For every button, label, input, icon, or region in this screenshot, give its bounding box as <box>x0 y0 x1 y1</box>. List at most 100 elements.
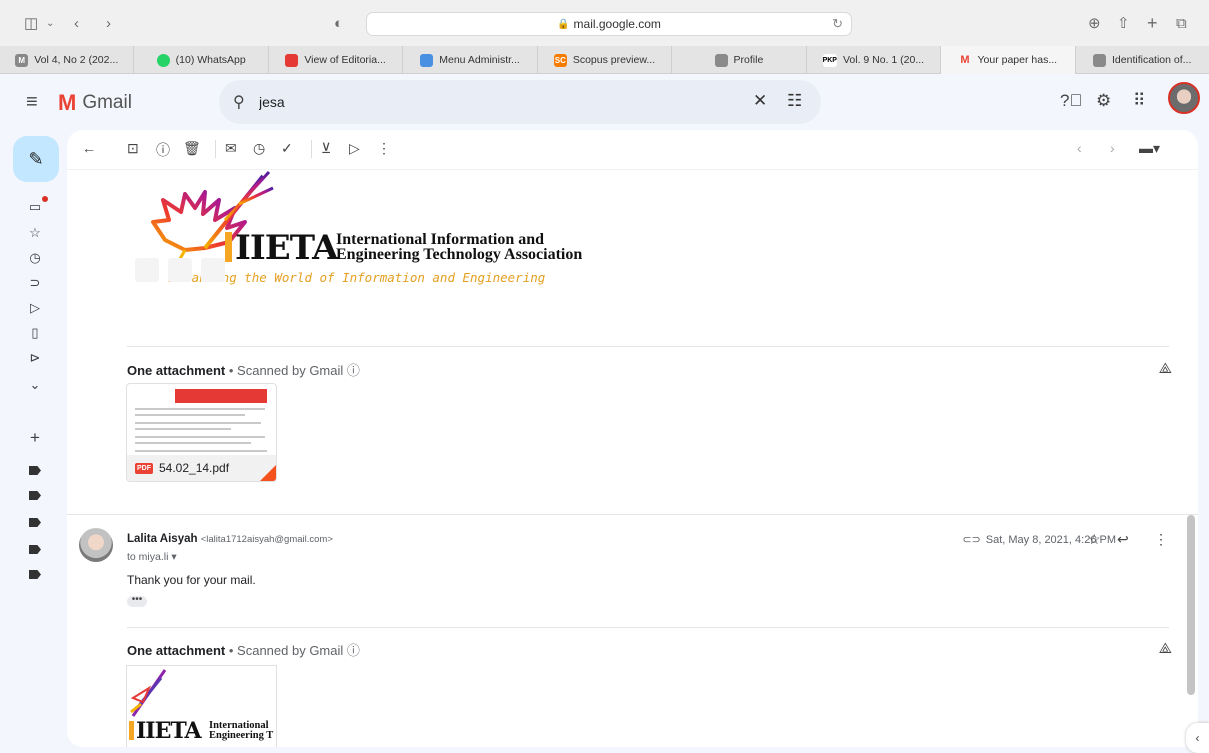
move-to-icon[interactable]: ⊻ <box>321 140 331 157</box>
sent-icon[interactable]: ▷ <box>28 300 42 316</box>
attachment-thumbnail[interactable]: PDF 54.02_14.pdf <box>126 383 277 482</box>
important-icon[interactable]: ⊃ <box>28 275 42 291</box>
gmail-wordmark: Gmail <box>82 92 132 113</box>
address-bar[interactable]: 🔒 mail.google.com ↻ <box>366 12 852 36</box>
settings-gear-icon[interactable]: ⚙ <box>1096 91 1111 111</box>
side-panel-toggle[interactable]: ‹ <box>1186 723 1209 753</box>
more-vert-icon[interactable]: ⋮ <box>377 140 391 157</box>
scrollbar[interactable] <box>1187 515 1195 695</box>
add-to-drive-icon[interactable]: ⟁ <box>1159 360 1172 377</box>
label-tag-icon[interactable] <box>29 545 41 554</box>
tab-whatsapp[interactable]: (10) WhatsApp <box>134 46 269 74</box>
social-placeholder-icon[interactable] <box>201 258 225 282</box>
tab-menu-admin[interactable]: Menu Administr... <box>403 46 538 74</box>
newer-icon[interactable]: ‹ <box>1077 140 1082 156</box>
attachment-thumbnail[interactable]: IIETA International Engineering T <box>126 665 277 747</box>
star-icon[interactable]: ☆ <box>1088 531 1101 548</box>
tab-label: Your paper has... <box>977 54 1058 66</box>
iieta-logo: IIETA International Information and Engi… <box>135 170 655 325</box>
clear-search-icon[interactable]: ✕ <box>753 91 767 111</box>
message-action-bar: ← ⊡ ⓘ 🗑 ✉ ◷ ✓ ⊻ ▷ ⋮ ‹ › ▬▾ <box>67 130 1198 170</box>
share-icon[interactable]: ⇧ <box>1117 13 1130 33</box>
new-tab-icon[interactable]: + <box>1147 13 1158 33</box>
leaf-icon <box>285 53 299 67</box>
back-arrow-icon[interactable]: ← <box>82 140 96 156</box>
tab-favicon-icon: M <box>15 53 29 67</box>
show-trimmed-content-button[interactable]: ••• <box>127 595 147 607</box>
reply-icon[interactable]: ↩ <box>1117 531 1129 548</box>
sender-line[interactable]: Lalita Aisyah <lalita1712aisyah@gmail.co… <box>127 533 333 545</box>
message-panel: ← ⊡ ⓘ 🗑 ✉ ◷ ✓ ⊻ ▷ ⋮ ‹ › ▬▾ IIETA Interna… <box>67 130 1198 747</box>
create-label-icon[interactable]: + <box>28 428 42 447</box>
tab-label: Identification of... <box>1112 54 1192 66</box>
back-icon[interactable]: ‹ <box>74 13 79 33</box>
recipient-dropdown-icon[interactable]: ▾ <box>171 551 176 563</box>
inbox-icon[interactable]: ▭ <box>28 199 42 215</box>
label-tag-icon[interactable] <box>29 518 41 527</box>
forward-icon[interactable]: › <box>106 13 111 33</box>
more-options-icon[interactable]: ⋮ <box>1154 531 1168 548</box>
archive-icon[interactable]: ⊡ <box>127 140 139 157</box>
compose-button[interactable]: ✎ <box>13 136 59 182</box>
label-tag-icon[interactable] <box>29 491 41 500</box>
tab-identification[interactable]: Identification of... <box>1076 46 1209 74</box>
search-icon[interactable]: ⚲ <box>233 92 245 112</box>
tab-your-paper[interactable]: M Your paper has... <box>941 46 1076 74</box>
privacy-shield-icon[interactable]: ◐ <box>334 13 343 33</box>
info-icon[interactable]: ⓘ <box>347 363 360 378</box>
label-outline-icon[interactable]: ⊳ <box>28 350 42 366</box>
snooze-icon[interactable]: ◷ <box>253 140 265 157</box>
tab-vol4[interactable]: M Vol 4, No 2 (202... <box>0 46 135 74</box>
search-input[interactable] <box>259 90 739 114</box>
tab-scopus[interactable]: SC Scopus preview... <box>538 46 673 74</box>
tab-profile[interactable]: Profile <box>672 46 807 74</box>
sender-avatar[interactable] <box>79 528 113 562</box>
more-chevron-icon[interactable]: ⌄ <box>28 377 42 393</box>
gmail-m-icon: M <box>58 90 77 115</box>
drafts-icon[interactable]: ▯ <box>28 325 42 341</box>
tab-overview-icon[interactable]: ⧉ <box>1176 13 1187 33</box>
label-icon[interactable]: ▷ <box>349 140 360 157</box>
pdf-icon: PDF <box>135 462 153 474</box>
main-menu-icon[interactable]: ≡ <box>26 91 38 114</box>
help-icon[interactable]: ?⃝ <box>1060 91 1082 111</box>
divider <box>127 346 1169 347</box>
tab-vol9[interactable]: PKP Vol. 9 No. 1 (20... <box>807 46 942 74</box>
browser-toolbar: ◫ ⌄ ‹ › ◐ 🔒 mail.google.com ↻ ⊕ ⇧ + ⧉ <box>0 0 1209 46</box>
apps-grid-icon[interactable]: ⠿ <box>1133 91 1145 111</box>
label-tag-icon[interactable] <box>29 466 41 475</box>
tab-editorial[interactable]: View of Editoria... <box>269 46 404 74</box>
info-icon[interactable]: ⓘ <box>347 643 360 658</box>
message-body: Thank you for your mail. <box>127 573 256 587</box>
starred-icon[interactable]: ☆ <box>28 225 42 241</box>
search-options-icon[interactable]: ☷ <box>787 91 802 111</box>
add-task-icon[interactable]: ✓ <box>281 140 293 157</box>
chevron-down-icon[interactable]: ⌄ <box>46 13 54 33</box>
iieta-tagline: Advancing the World of Information and E… <box>169 270 546 285</box>
lock-icon: 🔒 <box>557 18 570 30</box>
gmail-logo[interactable]: M Gmail <box>58 90 132 116</box>
delete-icon[interactable]: 🗑 <box>183 140 201 157</box>
add-to-drive-icon[interactable]: ⟁ <box>1159 640 1172 657</box>
sidebar-toggle-icon[interactable]: ◫ <box>24 13 38 33</box>
reload-icon[interactable]: ↻ <box>832 16 843 32</box>
older-icon[interactable]: › <box>1110 140 1115 156</box>
download-icon[interactable]: ⊕ <box>1088 13 1101 33</box>
social-placeholder-icon[interactable] <box>168 258 192 282</box>
gmail-header: ≡ M Gmail ⚲ ✕ ☷ ?⃝ ⚙ ⠿ <box>0 74 1209 130</box>
tab-label: (10) WhatsApp <box>175 54 246 66</box>
account-avatar[interactable] <box>1168 82 1200 114</box>
divider <box>127 627 1169 628</box>
sender-name: Lalita Aisyah <box>127 533 198 545</box>
recipient-line[interactable]: to miya.li ▾ <box>127 551 177 563</box>
social-placeholder-icon[interactable] <box>135 258 159 282</box>
iieta-full-name: International Engineering T <box>209 720 274 741</box>
mark-unread-icon[interactable]: ✉ <box>225 140 237 157</box>
label-tag-icon[interactable] <box>29 570 41 579</box>
snoozed-icon[interactable]: ◷ <box>28 250 42 266</box>
generic-page-icon <box>1093 53 1107 67</box>
attachment-footer: PDF 54.02_14.pdf <box>127 455 276 481</box>
sender-email: <lalita1712aisyah@gmail.com> <box>200 534 333 545</box>
keyboard-input-icon[interactable]: ▬▾ <box>1139 140 1160 157</box>
report-spam-icon[interactable]: ⓘ <box>156 140 170 160</box>
